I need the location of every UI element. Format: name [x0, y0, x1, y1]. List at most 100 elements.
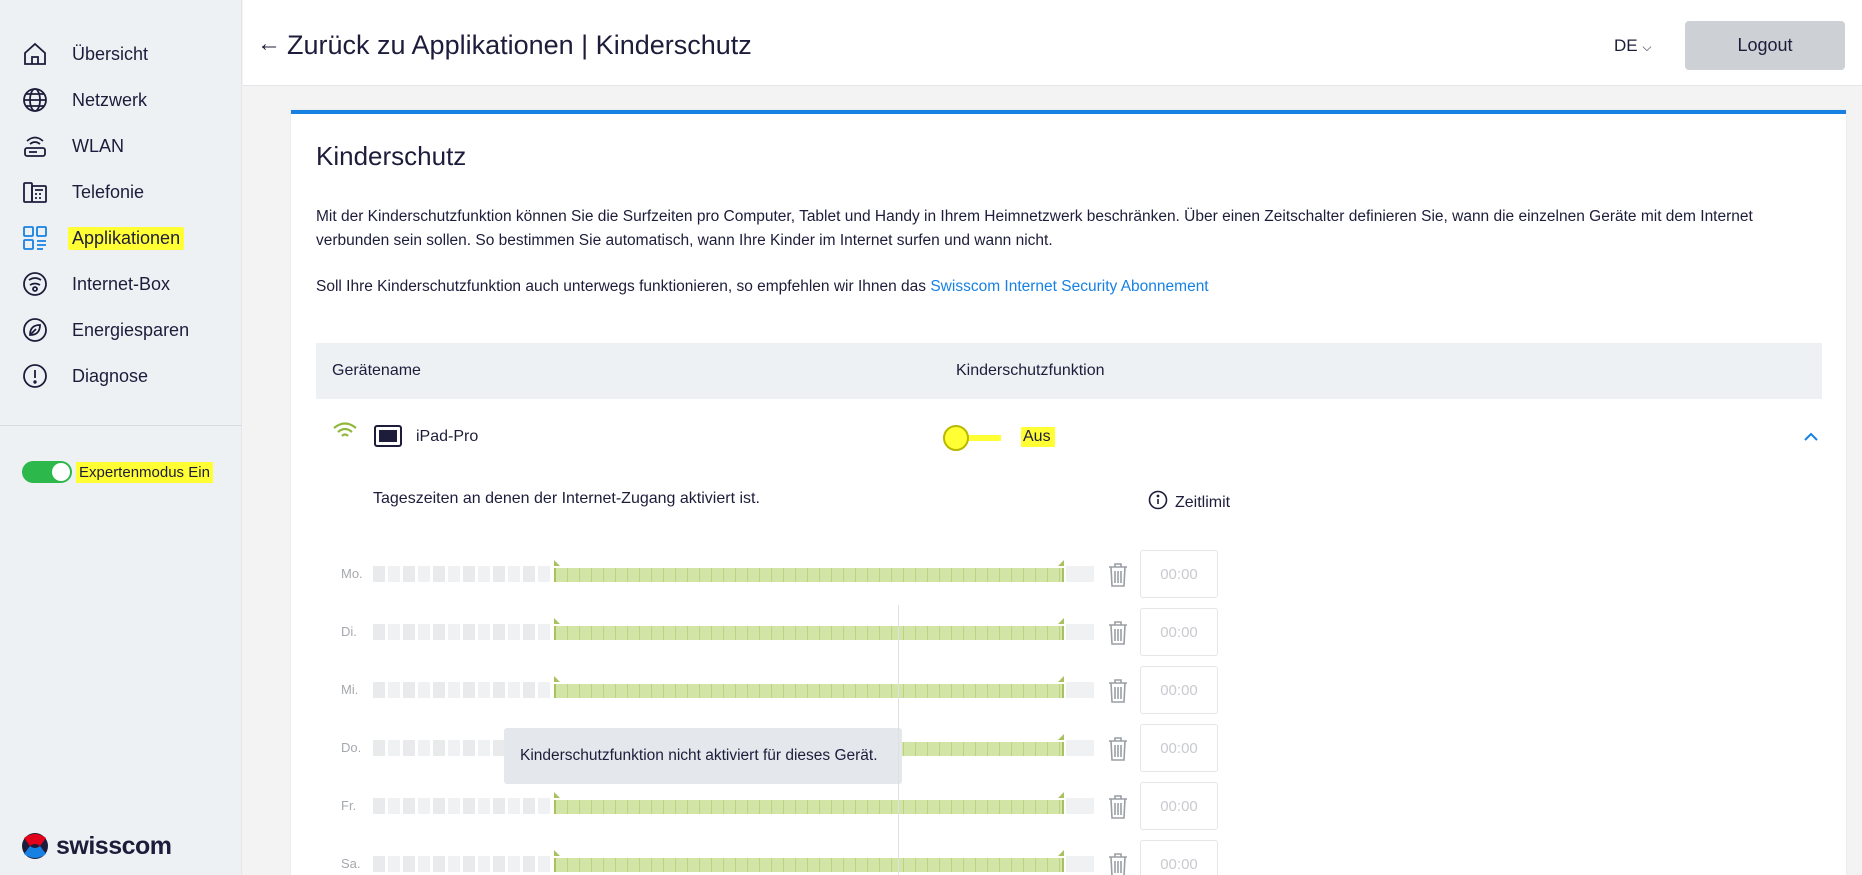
home-icon — [21, 40, 49, 68]
expert-mode-label: Expertenmodus Ein — [76, 461, 213, 483]
swisscom-logo-icon — [22, 833, 48, 859]
device-name: iPad-Pro — [416, 428, 479, 445]
security-subscription-link[interactable]: Swisscom Internet Security Abonnement — [930, 278, 1208, 295]
trash-icon[interactable] — [1107, 562, 1129, 593]
schedule-row: Mi. 00:00 — [291, 666, 1291, 716]
logout-button[interactable]: Logout — [1685, 21, 1845, 70]
table-header: Gerätename Kinderschutzfunktion — [316, 343, 1822, 399]
expert-mode: Expertenmodus Ein — [22, 461, 213, 483]
allowed-segment[interactable] — [554, 850, 1064, 872]
sidebar-item-label: Netzwerk — [72, 89, 148, 110]
phone-icon — [21, 178, 49, 206]
globe-icon — [21, 86, 49, 114]
sidebar-item-label: Internet-Box — [72, 273, 171, 294]
time-limit-input[interactable]: 00:00 — [1140, 724, 1218, 772]
sidebar-item-label: Übersicht — [72, 43, 149, 64]
allowed-segment[interactable] — [554, 560, 1064, 582]
blocked-segment-end[interactable] — [1066, 566, 1094, 582]
page-title[interactable]: Zurück zu Applikationen | Kinderschutz — [287, 30, 752, 61]
leaf-icon — [21, 316, 49, 344]
sidebar-item-label: Energiesparen — [72, 319, 190, 340]
sidebar-item-label: Diagnose — [72, 365, 149, 386]
description: Mit der Kinderschutzfunktion können Sie … — [316, 208, 1753, 249]
description-security: Soll Ihre Kinderschutzfunktion auch unte… — [316, 278, 1209, 296]
sidebar-item-uebersicht[interactable]: Übersicht — [0, 31, 242, 77]
time-limit-input[interactable]: 00:00 — [1140, 608, 1218, 656]
trash-icon[interactable] — [1107, 678, 1129, 709]
sidebar-item-label: WLAN — [72, 135, 125, 156]
blocked-segment[interactable] — [373, 798, 553, 814]
language-label: DE — [1614, 36, 1638, 55]
blocked-segment-end[interactable] — [1066, 624, 1094, 640]
expert-mode-toggle[interactable] — [22, 461, 72, 483]
sidebar-nav: Übersicht Netzwerk WLAN Telefonie Applik… — [0, 31, 242, 399]
blocked-segment[interactable] — [373, 624, 553, 640]
day-label: Mo. — [341, 566, 363, 581]
language-selector[interactable]: DE ⌵ — [1614, 36, 1651, 56]
allowed-segment[interactable] — [554, 792, 1064, 814]
chevron-down-icon: ⌵ — [1642, 40, 1652, 54]
description-security-text: Soll Ihre Kinderschutzfunktion auch unte… — [316, 278, 931, 295]
sidebar-item-telefonie[interactable]: Telefonie — [0, 169, 242, 215]
wifi-icon — [332, 421, 358, 446]
info-icon — [1148, 490, 1168, 515]
blocked-segment-end[interactable] — [1066, 682, 1094, 698]
day-label: Do. — [341, 740, 362, 755]
day-label: Fr. — [341, 798, 357, 813]
time-limit-input[interactable]: 00:00 — [1140, 840, 1218, 875]
wlan-router-icon — [21, 132, 49, 160]
blocked-segment[interactable] — [373, 682, 553, 698]
day-label: Di. — [341, 624, 357, 639]
sidebar-item-wlan[interactable]: WLAN — [0, 123, 242, 169]
tablet-icon — [374, 425, 402, 452]
device-row[interactable]: iPad-Pro Aus — [316, 399, 1822, 477]
day-label: Sa. — [341, 856, 361, 871]
card-title: Kinderschutz — [316, 141, 467, 171]
trash-icon[interactable] — [1107, 620, 1129, 651]
kinderschutz-toggle-label: Aus — [1021, 427, 1055, 447]
kinderschutz-card: Kinderschutz Mit der Kinderschutzfunktio… — [291, 110, 1846, 875]
alert-icon — [21, 362, 49, 390]
time-limit-label: Zeitlimit — [1175, 493, 1231, 511]
sidebar-item-applikationen[interactable]: Applikationen — [0, 215, 242, 261]
time-limit-input[interactable]: 00:00 — [1140, 550, 1218, 598]
blocked-segment-end[interactable] — [1066, 856, 1094, 872]
trash-icon[interactable] — [1107, 794, 1129, 825]
kinderschutz-toggle[interactable] — [943, 425, 1003, 451]
sidebar: Übersicht Netzwerk WLAN Telefonie Applik… — [0, 0, 242, 875]
blocked-segment-end[interactable] — [1066, 740, 1094, 756]
sidebar-item-diagnose[interactable]: Diagnose — [0, 353, 242, 399]
schedule-row: Sa. 00:00 — [291, 840, 1291, 875]
trash-icon[interactable] — [1107, 852, 1129, 875]
schedule-row: Fr. 00:00 — [291, 782, 1291, 832]
swisscom-logo: swisscom — [20, 828, 172, 864]
blocked-segment[interactable] — [373, 856, 553, 872]
sidebar-item-label: Telefonie — [72, 181, 145, 202]
sidebar-item-netzwerk[interactable]: Netzwerk — [0, 77, 242, 123]
header: ← Zurück zu Applikationen | Kinderschutz… — [243, 0, 1862, 86]
sidebar-item-internet-box[interactable]: Internet-Box — [0, 261, 242, 307]
time-limit-input[interactable]: 00:00 — [1140, 666, 1218, 714]
schedule-label: Tageszeiten an denen der Internet-Zugang… — [373, 490, 760, 507]
trash-icon[interactable] — [1107, 736, 1129, 767]
chevron-up-icon[interactable] — [1803, 429, 1819, 447]
schedule-row: Di. 00:00 — [291, 608, 1291, 658]
apps-grid-icon — [21, 224, 49, 252]
time-limit-input[interactable]: 00:00 — [1140, 782, 1218, 830]
allowed-segment[interactable] — [554, 618, 1064, 640]
back-arrow-icon[interactable]: ← — [257, 30, 281, 58]
sidebar-divider — [0, 425, 242, 426]
current-time-line — [898, 605, 899, 875]
sidebar-item-label: Applikationen — [68, 226, 185, 250]
day-label: Mi. — [341, 682, 359, 697]
sidebar-item-energiesparen[interactable]: Energiesparen — [0, 307, 242, 353]
column-header-function: Kinderschutzfunktion — [956, 362, 1105, 379]
blocked-segment-end[interactable] — [1066, 798, 1094, 814]
time-limit-info[interactable]: Zeitlimit — [1148, 490, 1230, 515]
schedule-row: Mo. 00:00 — [291, 550, 1291, 600]
allowed-segment[interactable] — [554, 676, 1064, 698]
swisscom-logo-text: swisscom — [56, 831, 172, 860]
tooltip: Kinderschutzfunktion nicht aktiviert für… — [504, 728, 902, 784]
blocked-segment[interactable] — [373, 566, 553, 582]
column-header-device: Gerätename — [332, 362, 421, 379]
